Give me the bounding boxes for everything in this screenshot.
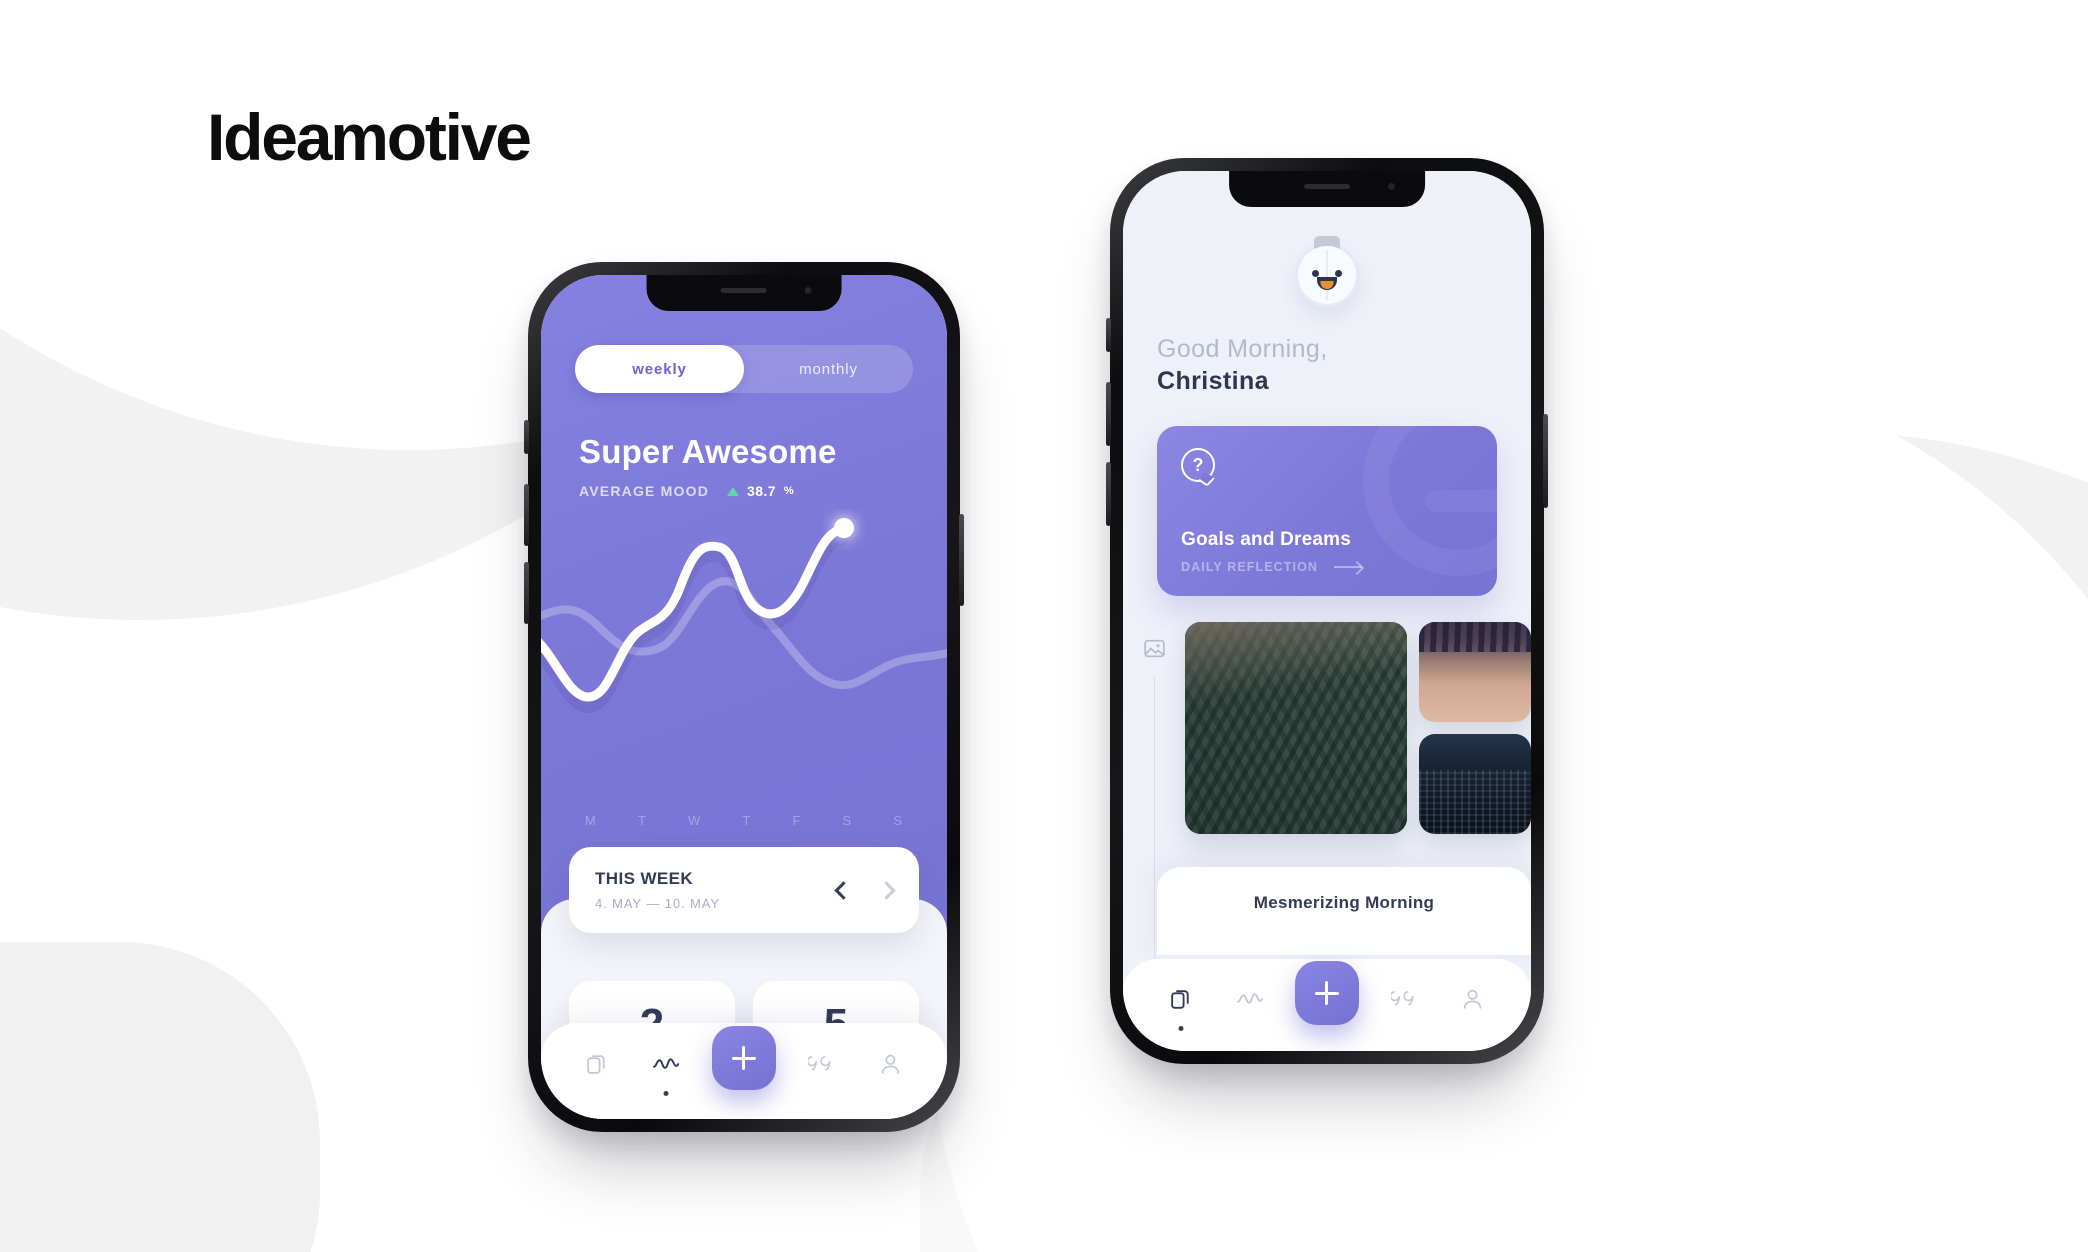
mood-metrics: AVERAGE MOOD 38.7% xyxy=(579,483,909,499)
trend-up-icon xyxy=(727,486,740,496)
chevron-right-icon[interactable] xyxy=(877,880,896,900)
phone-mockup-stats: weekly monthly Super Awesome AVERAGE MOO… xyxy=(524,262,964,1132)
toggle-option-weekly[interactable]: weekly xyxy=(575,345,744,393)
quote-icon xyxy=(808,1055,831,1072)
bg-blob-bottom-left xyxy=(0,942,320,1252)
background-decoration xyxy=(0,0,2088,1252)
add-entry-fab[interactable] xyxy=(1294,961,1359,1025)
wave-icon xyxy=(653,1058,680,1069)
add-entry-wrap xyxy=(711,1026,776,1090)
person-icon xyxy=(1464,989,1482,1009)
goal-card-subtitle: DAILY REFLECTION xyxy=(1181,560,1319,574)
home-screen: Good Morning, Christina ? Goals and Drea… xyxy=(1123,171,1531,1051)
period-toggle[interactable]: weekly monthly xyxy=(575,345,913,393)
mute-switch xyxy=(1106,318,1111,352)
volume-down-button xyxy=(1106,462,1111,526)
power-button xyxy=(1543,414,1548,508)
phone1-tabbar xyxy=(541,1023,947,1119)
avatar-seam xyxy=(1326,250,1328,300)
average-mood-label: AVERAGE MOOD xyxy=(579,483,710,499)
gallery-photo-main[interactable] xyxy=(1185,622,1407,834)
arrow-right-icon xyxy=(1334,566,1363,568)
add-entry-wrap xyxy=(1294,961,1359,1025)
delta-value: 38.7 xyxy=(747,483,776,499)
chart-svg xyxy=(541,518,947,713)
wave-icon xyxy=(1236,993,1263,1004)
x-tick: M xyxy=(585,813,597,828)
gallery-photo-side[interactable] xyxy=(1419,734,1531,834)
photo-night-city xyxy=(1419,734,1531,834)
photo-sunset-beach xyxy=(1419,622,1531,722)
week-navigation xyxy=(834,880,896,900)
week-title: THIS WEEK xyxy=(595,869,694,888)
active-indicator-dot xyxy=(1178,1026,1184,1031)
week-card-text: THIS WEEK 4. MAY — 10. MAY xyxy=(595,869,720,911)
tab-profile[interactable] xyxy=(868,1041,914,1087)
mood-line-chart xyxy=(541,509,947,809)
tab-activity[interactable] xyxy=(1227,976,1273,1022)
stats-screen: weekly monthly Super Awesome AVERAGE MOO… xyxy=(541,275,947,1119)
front-camera xyxy=(804,287,812,294)
volume-up-button xyxy=(524,484,529,546)
mood-title: Super Awesome xyxy=(579,433,837,470)
delta-unit: % xyxy=(783,485,795,497)
add-entry-fab[interactable] xyxy=(711,1026,776,1090)
x-tick: T xyxy=(637,813,647,828)
tab-quotes[interactable] xyxy=(1381,976,1427,1022)
mute-switch xyxy=(524,420,529,454)
tab-cards[interactable] xyxy=(574,1041,620,1087)
chart-current-endpoint xyxy=(834,518,854,538)
toggle-option-monthly[interactable]: monthly xyxy=(744,345,913,393)
goals-and-dreams-card[interactable]: ? Goals and Dreams DAILY REFLECTION xyxy=(1157,426,1497,596)
tab-activity[interactable] xyxy=(643,1041,689,1096)
brand-logo: Ideamotive xyxy=(207,100,532,174)
person-icon xyxy=(881,1054,900,1074)
x-tick: S xyxy=(842,813,853,828)
greeting-username: Christina xyxy=(1157,367,1269,395)
phone1-screen: weekly monthly Super Awesome AVERAGE MOO… xyxy=(541,275,947,1119)
mood-headline: Super Awesome AVERAGE MOOD 38.7% xyxy=(579,433,909,499)
phone1-notch xyxy=(646,275,842,311)
x-tick: T xyxy=(742,813,752,828)
x-tick: W xyxy=(688,813,702,828)
cards-icon xyxy=(1170,989,1189,1009)
image-icon[interactable] xyxy=(1142,636,1167,661)
x-tick: S xyxy=(893,813,903,828)
tab-quotes[interactable] xyxy=(799,1041,845,1087)
chevron-left-icon[interactable] xyxy=(834,880,853,900)
avatar-face xyxy=(1298,246,1356,304)
avatar-eye-right xyxy=(1335,270,1342,277)
active-indicator-dot xyxy=(663,1091,669,1096)
avatar-eye-left xyxy=(1312,270,1319,277)
volume-down-button xyxy=(524,562,529,624)
greeting-block: Good Morning, Christina xyxy=(1157,335,1497,396)
volume-up-button xyxy=(1106,382,1111,446)
photo-tropical-leaves xyxy=(1185,622,1407,834)
avatar-beak xyxy=(1317,277,1337,290)
journal-post-card[interactable]: Mesmerizing Morning xyxy=(1157,867,1531,955)
earpiece-speaker xyxy=(1303,184,1350,189)
phone-mockup-home: Good Morning, Christina ? Goals and Drea… xyxy=(1106,158,1548,1064)
phone2-tabbar xyxy=(1123,959,1531,1051)
week-selector-card[interactable]: THIS WEEK 4. MAY — 10. MAY xyxy=(569,847,919,933)
phone2-screen: Good Morning, Christina ? Goals and Drea… xyxy=(1123,171,1531,1051)
greeting-line1: Good Morning, xyxy=(1157,335,1328,363)
front-camera xyxy=(1387,183,1395,190)
gallery-photo-side[interactable] xyxy=(1419,622,1531,722)
tab-cards[interactable] xyxy=(1158,976,1204,1031)
chart-x-axis-labels: M T W T F S S xyxy=(585,813,903,828)
question-bubble-icon: ? xyxy=(1181,448,1215,482)
phone2-notch xyxy=(1229,171,1425,207)
earpiece-speaker xyxy=(721,288,767,293)
post-title: Mesmerizing Morning xyxy=(1253,893,1435,912)
quote-icon xyxy=(1390,990,1414,1007)
bird-avatar-icon[interactable] xyxy=(1295,236,1359,307)
x-tick: F xyxy=(792,813,802,828)
mood-delta: 38.7% xyxy=(727,483,794,499)
cards-icon xyxy=(587,1054,605,1074)
power-button xyxy=(959,514,964,606)
avatar-wrap xyxy=(1295,236,1359,307)
week-range: 4. MAY — 10. MAY xyxy=(595,896,720,911)
tab-profile[interactable] xyxy=(1450,976,1496,1022)
